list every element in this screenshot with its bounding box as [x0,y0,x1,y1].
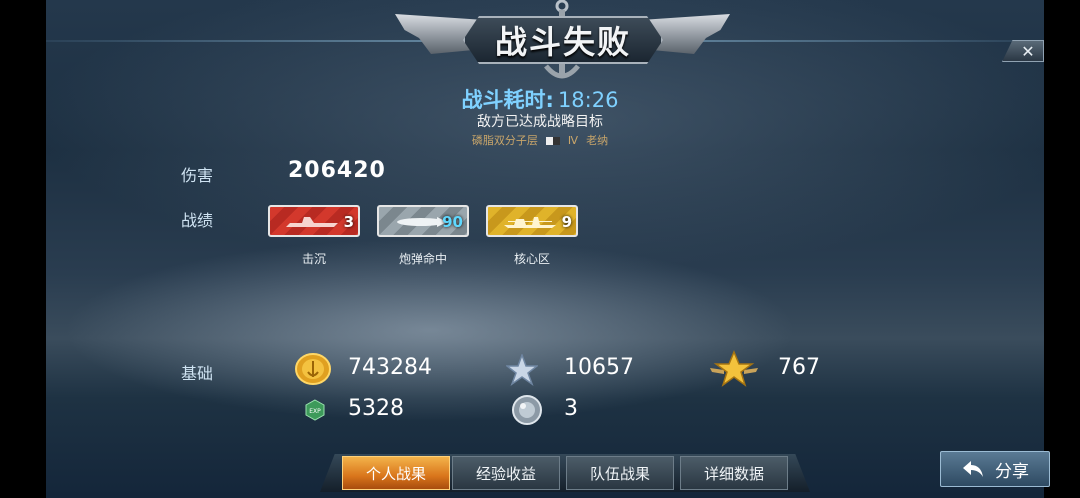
ship-name: 磷脂双分子层 [471,134,538,147]
sunk-count: 3 [343,213,354,231]
damage-label: 伤害 [181,166,214,185]
share-label: 分享 [995,461,1029,482]
defeat-reason: 敌方已达成战略目标 [477,114,603,130]
citadel-count: 9 [561,213,572,231]
exp-value: 5328 [348,396,404,421]
damage-value: 206420 [288,158,386,183]
left-letterbox [0,0,46,498]
close-button[interactable]: ✕ [1002,40,1044,62]
citadel-ship-icon [504,217,556,228]
title-emblem: 战斗失败 [395,0,730,86]
battle-duration: 战斗耗时: 18:26 [0,84,1080,114]
badge-citadel[interactable]: 9 [486,205,578,237]
basic-label: 基础 [181,364,214,383]
duration-value: 18:26 [557,88,619,112]
player-name: 老纳 [586,134,609,147]
shell-hits-count: 90 [442,213,463,231]
right-letterbox [1044,0,1080,498]
ship-info: 磷脂双分子层 Ⅳ 老纳 [0,132,1080,148]
page-title: 战斗失败 [494,23,631,61]
orb-value: 3 [564,396,578,421]
shell-icon [397,217,447,227]
share-arrow-icon [963,461,983,477]
orb-icon [512,395,542,425]
badge-caption-sunk: 击沉 [301,252,326,266]
tab-team-result[interactable]: 队伍战果 [566,456,674,490]
tab-exp-gain[interactable]: 经验收益 [452,456,560,490]
battle-result-screen: 战斗失败 ✕ 战斗耗时: 18:26 敌方已达成战略目标 磷脂双分子层 Ⅳ 老纳 伤害… [0,0,1080,498]
gold-star-icon [710,350,758,387]
tab-personal-result[interactable]: 个人战果 [342,456,450,490]
coin-icon [295,353,331,385]
close-icon: ✕ [1021,41,1035,61]
badge-sunk[interactable]: 3 [268,205,360,237]
sunk-ship-icon [286,217,338,227]
ship-tier: Ⅳ [567,134,579,147]
gold-star-value: 767 [778,355,820,380]
record-label: 战绩 [181,211,214,230]
coin-value: 743284 [348,355,432,380]
badge-shell-hits[interactable]: 90 [377,205,469,237]
tab-detail-data[interactable]: 详细数据 [680,456,788,490]
duration-label: 战斗耗时: [461,88,554,112]
silver-star-value: 10657 [564,355,634,380]
title-plate: 战斗失败 [463,16,663,64]
svg-text:EXP: EXP [309,408,321,415]
exp-icon: EXP [305,399,325,421]
badge-caption-citadel: 核心区 [513,252,550,266]
badge-caption-shell-hits: 炮弹命中 [398,252,447,266]
nation-flag-icon [545,137,560,145]
silver-star-icon [506,354,538,386]
share-button[interactable]: 分享 [940,451,1050,487]
